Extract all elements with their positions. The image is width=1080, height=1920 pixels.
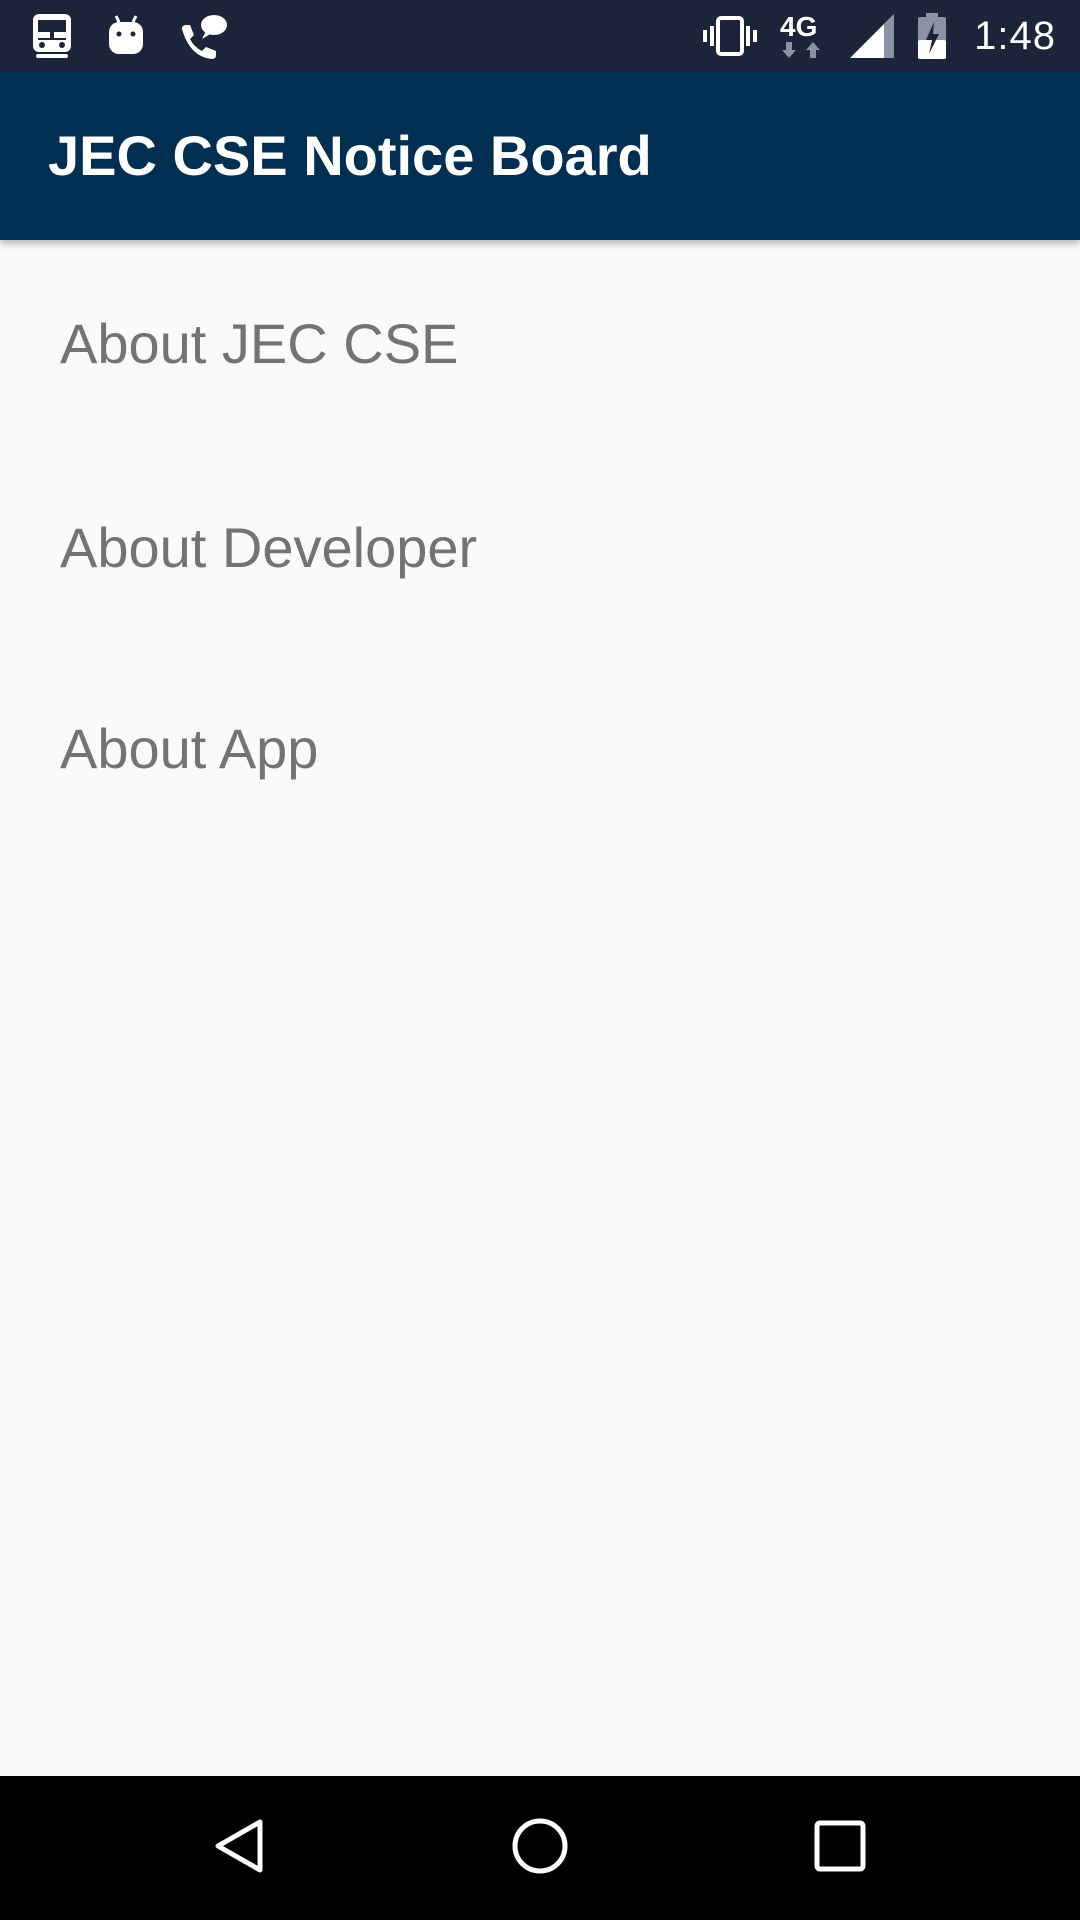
network-4g-icon: 4G (778, 10, 828, 62)
menu-item-label: About App (60, 717, 319, 780)
back-button[interactable] (160, 1776, 320, 1920)
back-icon (210, 1816, 270, 1881)
system-status-icons: 4G 1:48 (702, 8, 1056, 64)
navigation-bar (0, 1776, 1080, 1920)
home-button[interactable] (460, 1776, 620, 1920)
screen: 4G 1:48 JEC CSE Notice Board About JEC C… (0, 0, 1080, 1920)
menu-item-about-developer[interactable]: About Developer (0, 447, 1080, 648)
recents-icon (812, 1818, 868, 1879)
about-menu-list: About JEC CSE About Developer About App (0, 240, 1080, 849)
menu-item-about-app[interactable]: About App (0, 648, 1080, 849)
menu-item-label: About Developer (60, 516, 478, 579)
train-icon (30, 12, 74, 60)
app-bar: JEC CSE Notice Board (0, 72, 1080, 240)
svg-text:4G: 4G (780, 11, 817, 42)
clock: 1:48 (974, 13, 1056, 58)
phone-chat-icon (178, 13, 228, 59)
signal-icon (848, 12, 896, 60)
vibrate-icon (702, 14, 758, 58)
app-title: JEC CSE Notice Board (48, 124, 652, 187)
recents-button[interactable] (760, 1776, 920, 1920)
battery-charging-icon (916, 12, 948, 60)
status-bar: 4G 1:48 (0, 0, 1080, 72)
notification-icons (30, 12, 228, 60)
home-icon (510, 1816, 570, 1881)
menu-item-label: About JEC CSE (60, 312, 459, 375)
menu-item-about-jec-cse[interactable]: About JEC CSE (0, 240, 1080, 447)
android-icon (106, 14, 146, 58)
